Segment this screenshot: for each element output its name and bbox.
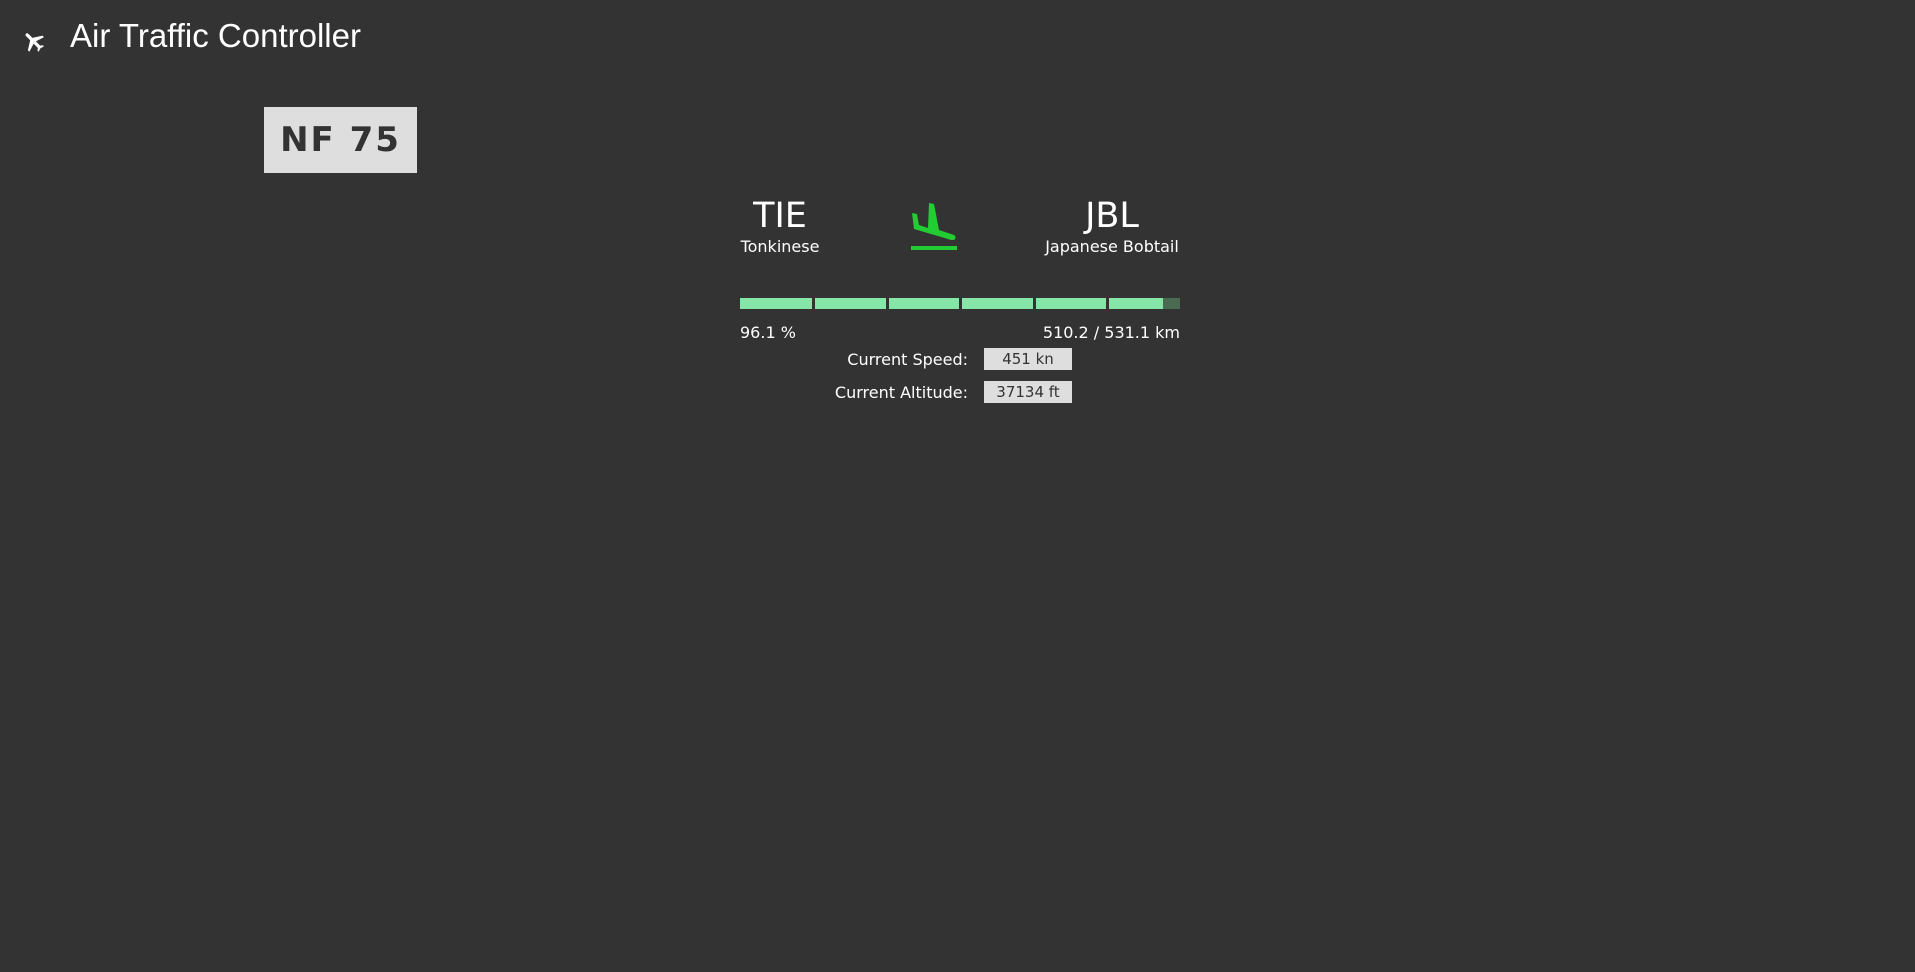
speed-label: Current Speed: <box>847 350 968 369</box>
speed-row: Current Speed: 451 kn <box>740 348 1180 370</box>
altitude-row: Current Altitude: 37134 ft <box>740 381 1180 403</box>
origin-airport: TIE Tonkinese <box>740 195 820 257</box>
progress-segment-divider <box>1106 298 1109 309</box>
progress-percent: 96.1 % <box>740 323 796 342</box>
progress-segment-divider <box>1033 298 1036 309</box>
progress-segment-divider <box>886 298 889 309</box>
destination-code: JBL <box>1085 196 1139 236</box>
flight-route: TIE Tonkinese JBL Japanese Bobtail <box>740 195 1180 265</box>
flight-progress-fill <box>740 298 1163 309</box>
destination-name: Japanese Bobtail <box>1045 237 1179 256</box>
app-header: Air Traffic Controller <box>0 0 1915 76</box>
origin-name: Tonkinese <box>740 237 820 256</box>
altitude-value: 37134 ft <box>984 381 1072 403</box>
app-root: Air Traffic Controller NF 75 TIE Tonkine… <box>0 0 1915 972</box>
origin-code: TIE <box>753 196 807 236</box>
destination-airport: JBL Japanese Bobtail <box>1044 195 1180 257</box>
altitude-label: Current Altitude: <box>834 383 968 402</box>
speed-value: 451 kn <box>984 348 1072 370</box>
progress-distance: 510.2 / 531.1 km <box>1042 323 1180 342</box>
airplane-icon <box>21 28 47 54</box>
flight-land-icon <box>904 197 960 253</box>
progress-segment-divider <box>812 298 815 309</box>
flight-progress-bar <box>740 298 1180 309</box>
app-title: Air Traffic Controller <box>70 17 361 54</box>
progress-segment-divider <box>959 298 962 309</box>
flight-callsign: NF 75 <box>264 107 417 173</box>
